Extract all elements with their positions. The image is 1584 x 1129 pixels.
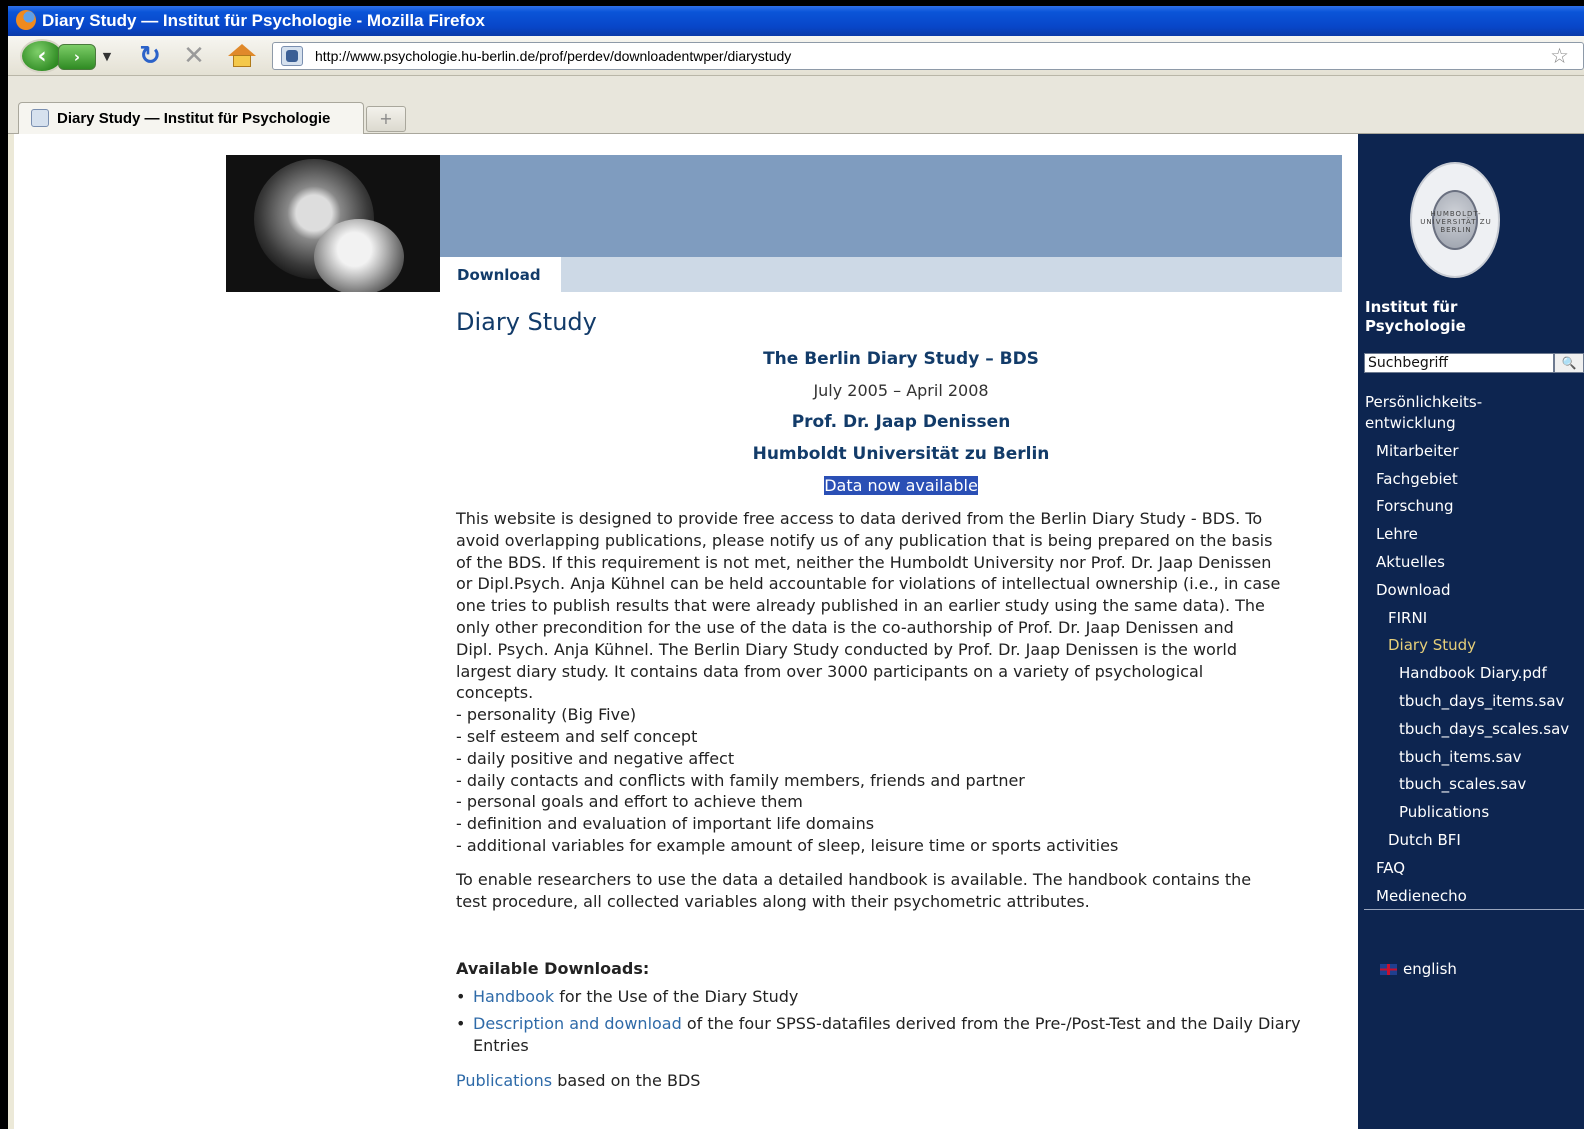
list-item: - additional variables for example amoun… [456, 835, 1119, 855]
forward-button[interactable]: › [58, 44, 96, 70]
page-viewport: Download Diary Study The Berlin Diary St… [14, 134, 1584, 1129]
list-item: - definition and evaluation of important… [456, 814, 875, 834]
description-download-link[interactable]: Description and download [473, 1014, 682, 1033]
url-text[interactable]: http://www.psychologie.hu-berlin.de/prof… [315, 48, 791, 64]
reload-icon: ↻ [139, 41, 161, 71]
sidebar-item-handbook-diary-pdf[interactable]: Handbook Diary.pdf [1358, 663, 1584, 684]
history-dropdown-button[interactable]: ▼ [100, 46, 114, 66]
tab-strip: Diary Study — Institut für Psychologie + [8, 76, 1584, 134]
sidebar-item-forschung[interactable]: Forschung [1358, 496, 1584, 517]
bookmark-star-icon[interactable]: ☆ [1550, 44, 1569, 68]
sidebar-item-tbuch-scales-sav[interactable]: tbuch_scales.sav [1358, 774, 1584, 795]
sidebar-item-tbuch-days-items-sav[interactable]: tbuch_days_items.sav [1358, 691, 1584, 712]
sidebar-item-tbuch-items-sav[interactable]: tbuch_items.sav [1358, 747, 1584, 768]
list-item: - personality (Big Five) [456, 705, 637, 725]
section-tab-download[interactable]: Download [440, 257, 561, 292]
site-icon [281, 46, 303, 66]
title-bar: Diary Study — Institut für Psychologie -… [8, 6, 1584, 36]
url-bar[interactable]: http://www.psychologie.hu-berlin.de/prof… [272, 42, 1584, 70]
university-seal[interactable]: HUMBOLDT-UNIVERSITÄT ZU BERLIN [1410, 162, 1500, 278]
browser-tab[interactable]: Diary Study — Institut für Psychologie [18, 102, 364, 134]
sidebar-item-publications[interactable]: Publications [1358, 802, 1584, 823]
language-switch[interactable]: english [1380, 960, 1457, 978]
sidebar-nav: Persönlichkeits-entwicklung Mitarbeiter Fa… [1358, 392, 1584, 907]
sidebar-item-download[interactable]: Download [1358, 580, 1584, 601]
study-date-range: July 2005 – April 2008 [813, 381, 989, 400]
home-button[interactable] [226, 41, 258, 71]
back-icon: ‹ [37, 43, 47, 69]
search-input[interactable] [1368, 355, 1548, 371]
stop-icon: ✕ [183, 41, 205, 71]
sidebar-item-dutch-bfi[interactable]: Dutch BFI [1358, 830, 1584, 851]
sidebar-item-aktuelles[interactable]: Aktuelles [1358, 552, 1584, 573]
sidebar-item-mitarbeiter[interactable]: Mitarbeiter [1358, 441, 1584, 462]
list-item: - self esteem and self concept [456, 726, 698, 746]
stop-button[interactable]: ✕ [180, 41, 208, 71]
firefox-icon [16, 10, 36, 30]
list-item: Handbook for the Use of the Diary Study [456, 986, 1346, 1008]
header-banner [440, 155, 1342, 257]
list-item: - daily contacts and conflicts with fami… [456, 770, 1025, 790]
handbook-link[interactable]: Handbook [473, 987, 554, 1006]
list-item: Description and download of the four SPS… [456, 1013, 1346, 1057]
site-icon [31, 109, 49, 127]
downloads-list: Handbook for the Use of the Diary Study … [456, 986, 1346, 1057]
window-title: Diary Study — Institut für Psychologie -… [42, 11, 485, 30]
navigation-toolbar: ‹ › ▼ ↻ ✕ http://www.psychologie.hu-berl… [8, 36, 1584, 76]
search-button[interactable]: 🔍 [1554, 353, 1584, 373]
intro-paragraph: This website is designed to provide free… [456, 509, 1281, 703]
reload-button[interactable]: ↻ [136, 41, 164, 71]
list-item: - daily positive and negative affect [456, 748, 735, 768]
sidebar-item-lehre[interactable]: Lehre [1358, 524, 1584, 545]
data-available-notice: Data now available [824, 476, 978, 495]
search-field[interactable] [1364, 353, 1554, 373]
section-tab-row: Download [440, 257, 1342, 292]
browser-window: Diary Study — Institut für Psychologie -… [8, 6, 1584, 1129]
header-photo [226, 155, 440, 292]
concept-list: - personality (Big Five) - self esteem a… [456, 704, 1346, 857]
main-content: Diary Study The Berlin Diary Study – BDS… [456, 308, 1346, 1090]
study-author: Prof. Dr. Jaap Denissen [791, 412, 1011, 432]
sidebar-item-fachgebiet[interactable]: Fachgebiet [1358, 469, 1584, 490]
page-title: Diary Study [456, 308, 597, 336]
new-tab-button[interactable]: + [366, 106, 406, 132]
uk-flag-icon [1380, 964, 1397, 975]
seal-text: HUMBOLDT-UNIVERSITÄT ZU BERLIN [1420, 210, 1492, 234]
study-title: The Berlin Diary Study – BDS [763, 349, 1039, 369]
sidebar-item-tbuch-days-scales-sav[interactable]: tbuch_days_scales.sav [1358, 719, 1584, 740]
right-sidebar: HUMBOLDT-UNIVERSITÄT ZU BERLIN Institut … [1358, 134, 1584, 1129]
tab-title: Diary Study — Institut für Psychologie [57, 110, 331, 127]
sidebar-item-diary-study[interactable]: Diary Study [1358, 635, 1584, 656]
publications-line: Publications based on the BDS [456, 1071, 701, 1091]
list-item: - personal goals and effort to achieve t… [456, 792, 803, 812]
new-tab-icon: + [379, 109, 393, 128]
forward-icon: › [73, 48, 81, 66]
sidebar-item-pers-nlichkeits[interactable]: Persönlichkeits- [1358, 392, 1584, 413]
downloads-heading: Available Downloads: [456, 959, 650, 979]
search-icon: 🔍 [1561, 356, 1577, 370]
sidebar-item-faq[interactable]: FAQ [1358, 858, 1584, 879]
sidebar-item-firni[interactable]: FIRNI [1358, 608, 1584, 629]
sidebar-item-entwicklung[interactable]: entwicklung [1358, 413, 1584, 434]
sidebar-item-medienecho[interactable]: Medienecho [1358, 886, 1584, 907]
handbook-paragraph: To enable researchers to use the data a … [456, 869, 1252, 911]
history-dropdown-icon: ▼ [102, 49, 112, 63]
university-name: Humboldt Universität zu Berlin [752, 444, 1050, 464]
institute-name[interactable]: Institut für Psychologie [1365, 298, 1466, 336]
nav-divider [1364, 909, 1584, 910]
publications-link[interactable]: Publications [456, 1071, 552, 1090]
